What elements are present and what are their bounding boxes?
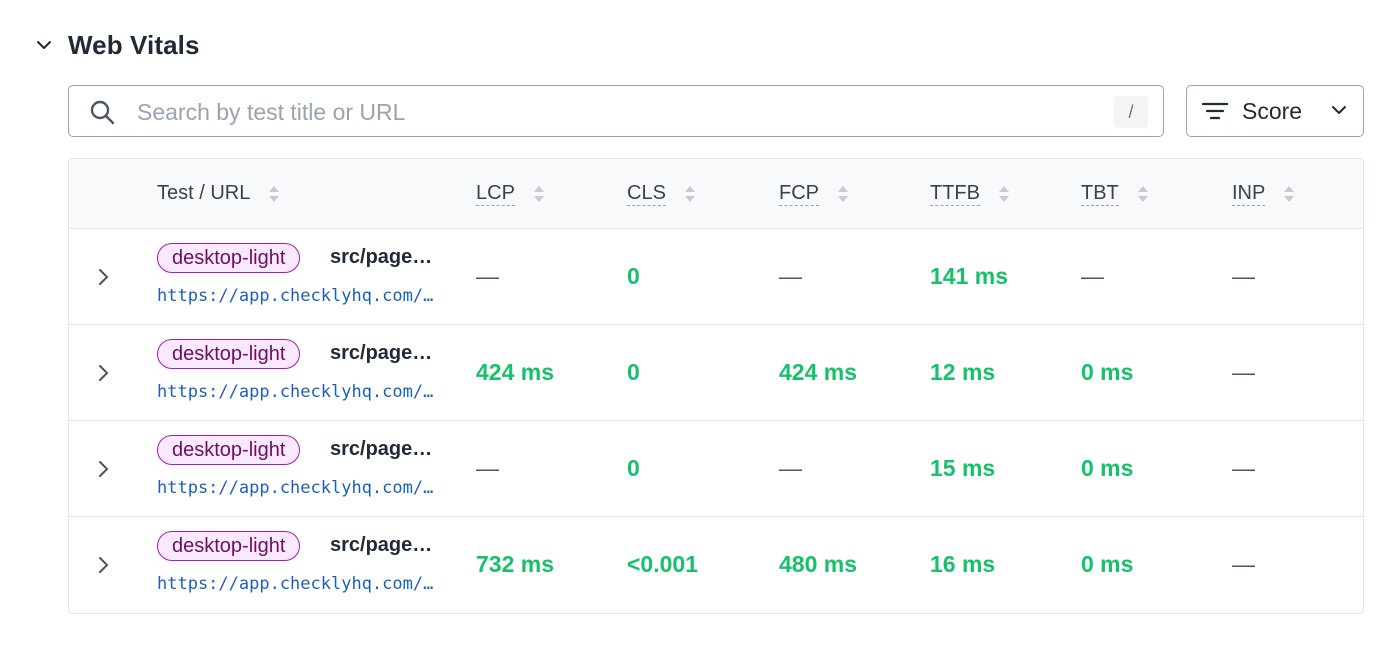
column-header-label: TBT [1081,181,1119,206]
ttfb-value: 12 ms [930,359,996,385]
search-input[interactable] [135,94,1099,130]
test-url-link[interactable]: https://app.checklyhq.com/... [157,382,439,402]
tbt-value: — [1081,263,1104,289]
column-header-label: LCP [476,181,515,206]
fcp-value: — [779,455,802,481]
cls-value: 0 [627,263,640,289]
score-filter-dropdown[interactable]: Score [1186,85,1364,137]
chevron-right-icon[interactable] [95,554,113,576]
column-header-label: INP [1232,181,1266,206]
chevron-down-icon[interactable] [34,35,54,55]
test-title: src/pages/... [330,246,440,268]
lcp-value: — [476,263,499,289]
sort-icon [684,184,696,204]
web-vitals-table: Test / URL LCP CLS FCP TTFB TBT INP desk… [68,158,1364,614]
tbt-value: 0 ms [1081,551,1134,577]
test-title: src/pages/... [330,342,440,364]
score-filter-label: Score [1242,98,1303,124]
environment-tag: desktop-light [157,531,301,561]
chevron-right-icon[interactable] [95,458,113,480]
fcp-value: 480 ms [779,551,858,577]
environment-tag: desktop-light [157,243,301,273]
column-header-cls[interactable]: CLS [627,159,696,228]
chevron-right-icon[interactable] [95,362,113,384]
column-header-lcp[interactable]: LCP [476,159,545,228]
column-header-label: FCP [779,181,819,206]
column-header-label: TTFB [930,181,980,206]
column-header-tbt[interactable]: TBT [1081,159,1149,228]
test-url-link[interactable]: https://app.checklyhq.com/... [157,478,439,498]
inp-value: — [1232,551,1255,577]
cls-value: 0 [627,455,640,481]
filter-icon [1201,100,1229,127]
ttfb-value: 16 ms [930,551,996,577]
inp-value: — [1232,263,1255,289]
column-header-test-url[interactable]: Test / URL [157,159,280,228]
test-url-link[interactable]: https://app.checklyhq.com/... [157,574,439,594]
table-row[interactable]: desktop-light src/pages/... https://app.… [69,421,1363,517]
inp-value: — [1232,359,1255,385]
sort-icon [837,184,849,204]
inp-value: — [1232,455,1255,481]
keyboard-shortcut-hint: / [1114,96,1148,128]
sort-icon [268,184,280,204]
sort-icon [998,184,1010,204]
environment-tag: desktop-light [157,435,301,465]
test-title: src/pages/... [330,534,440,556]
fcp-value: 424 ms [779,359,858,385]
column-header-label: CLS [627,181,666,206]
sort-icon [1137,184,1149,204]
section-title: Web Vitals [68,29,200,60]
sort-icon [533,184,545,204]
search-box: / [68,85,1164,137]
fcp-value: — [779,263,802,289]
tbt-value: 0 ms [1081,455,1134,481]
test-title: src/pages/... [330,438,440,460]
test-url-link[interactable]: https://app.checklyhq.com/... [157,286,439,306]
cls-value: <0.001 [627,551,698,577]
column-header-inp[interactable]: INP [1232,159,1295,228]
tbt-value: 0 ms [1081,359,1134,385]
sort-icon [1283,184,1295,204]
table-row[interactable]: desktop-light src/pages/... https://app.… [69,517,1363,613]
chevron-right-icon[interactable] [95,266,113,288]
column-header-label: Test / URL [157,182,251,204]
column-header-ttfb[interactable]: TTFB [930,159,1010,228]
table-header: Test / URL LCP CLS FCP TTFB TBT INP [69,159,1363,229]
section-header: Web Vitals [34,26,200,64]
ttfb-value: 141 ms [930,263,1009,289]
search-icon [89,99,115,125]
chevron-down-icon [1331,102,1347,120]
table-row[interactable]: desktop-light src/pages/... https://app.… [69,229,1363,325]
column-header-fcp[interactable]: FCP [779,159,849,228]
lcp-value: 732 ms [476,551,555,577]
lcp-value: — [476,455,499,481]
ttfb-value: 15 ms [930,455,996,481]
cls-value: 0 [627,359,640,385]
table-row[interactable]: desktop-light src/pages/... https://app.… [69,325,1363,421]
lcp-value: 424 ms [476,359,555,385]
environment-tag: desktop-light [157,339,301,369]
